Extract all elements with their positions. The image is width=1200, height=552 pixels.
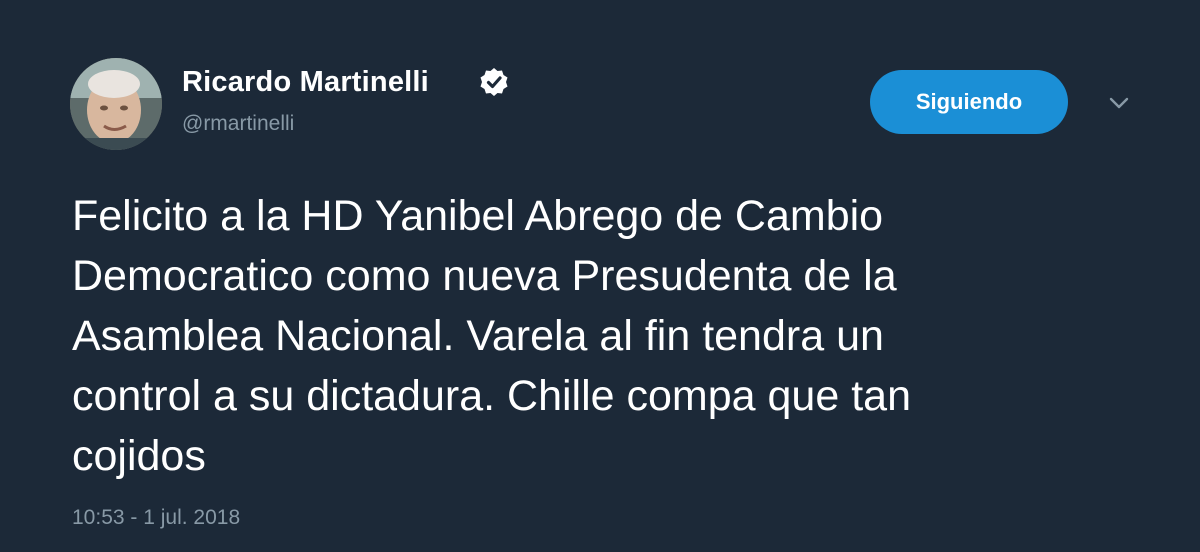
verified-badge-icon: [480, 68, 508, 96]
avatar-image: [70, 58, 162, 150]
tweet-text: Felicito a la HD Yanibel Abrego de Cambi…: [72, 192, 911, 480]
tweet-card: Ricardo Martinelli @rmartinelli Siguiend…: [0, 0, 1200, 552]
tweet-timestamp[interactable]: 10:53 - 1 jul. 2018: [72, 506, 240, 530]
following-button[interactable]: Siguiendo: [870, 70, 1068, 134]
avatar[interactable]: [70, 58, 162, 150]
author-handle[interactable]: @rmartinelli: [182, 112, 294, 136]
chevron-down-icon[interactable]: [1104, 92, 1134, 114]
author-display-name[interactable]: Ricardo Martinelli: [182, 66, 429, 99]
